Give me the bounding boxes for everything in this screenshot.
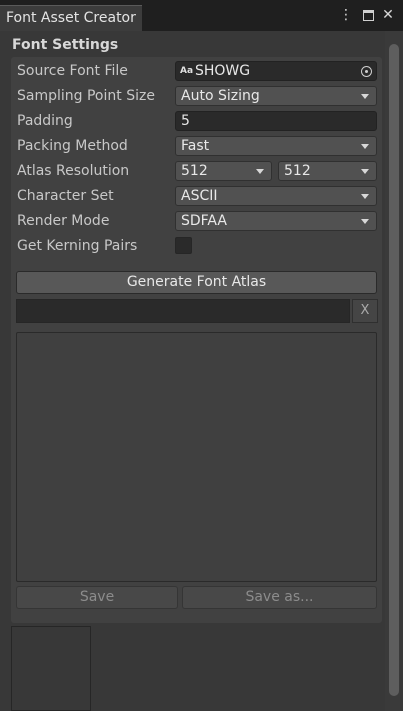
object-picker-icon[interactable] <box>361 66 372 77</box>
character-set-label: Character Set <box>17 188 114 204</box>
sampling-point-size-value: Auto Sizing <box>181 88 260 104</box>
font-asset-icon: Aa <box>180 66 194 76</box>
clear-button[interactable]: X <box>352 299 378 323</box>
atlas-height-dropdown[interactable]: 512 <box>278 161 377 181</box>
chevron-down-icon <box>256 169 264 174</box>
section-title: Font Settings <box>12 37 119 53</box>
source-font-file-field[interactable]: Aa SHOWG <box>175 61 377 81</box>
get-kerning-pairs-label: Get Kerning Pairs <box>17 238 138 254</box>
character-set-dropdown[interactable]: ASCII <box>175 186 377 206</box>
sampling-point-size-label: Sampling Point Size <box>17 88 155 104</box>
packing-method-dropdown[interactable]: Fast <box>175 136 377 156</box>
object-picker-dot <box>364 69 368 73</box>
padding-label: Padding <box>17 113 73 129</box>
render-mode-dropdown[interactable]: SDFAA <box>175 211 377 231</box>
padding-input[interactable]: 5 <box>175 111 377 131</box>
output-log-area[interactable] <box>16 332 377 582</box>
sampling-point-size-dropdown[interactable]: Auto Sizing <box>175 86 377 106</box>
close-icon[interactable]: ✕ <box>381 7 395 23</box>
chevron-down-icon <box>361 144 369 149</box>
atlas-height-value: 512 <box>284 163 311 179</box>
character-set-value: ASCII <box>181 188 218 204</box>
save-button[interactable]: Save <box>16 586 178 609</box>
render-mode-value: SDFAA <box>181 213 227 229</box>
save-as-button[interactable]: Save as... <box>182 586 377 609</box>
chevron-down-icon <box>361 219 369 224</box>
scrollbar-thumb[interactable] <box>389 44 399 696</box>
source-font-file-label: Source Font File <box>17 63 128 79</box>
packing-method-label: Packing Method <box>17 138 128 154</box>
packing-method-value: Fast <box>181 138 210 154</box>
chevron-down-icon <box>361 94 369 99</box>
get-kerning-pairs-checkbox[interactable] <box>175 237 192 254</box>
chevron-down-icon <box>361 194 369 199</box>
atlas-resolution-label: Atlas Resolution <box>17 163 130 179</box>
atlas-width-dropdown[interactable]: 512 <box>175 161 272 181</box>
render-mode-label: Render Mode <box>17 213 110 229</box>
maximize-icon[interactable] <box>363 10 374 21</box>
progress-bar <box>16 299 350 323</box>
tab-font-asset-creator[interactable]: Font Asset Creator <box>0 5 142 31</box>
source-font-file-value: SHOWG <box>195 63 251 79</box>
kebab-menu-icon[interactable]: ⋮ <box>339 7 353 23</box>
generate-font-atlas-button[interactable]: Generate Font Atlas <box>16 271 377 294</box>
chevron-down-icon <box>361 169 369 174</box>
atlas-preview <box>11 626 91 711</box>
atlas-width-value: 512 <box>181 163 208 179</box>
